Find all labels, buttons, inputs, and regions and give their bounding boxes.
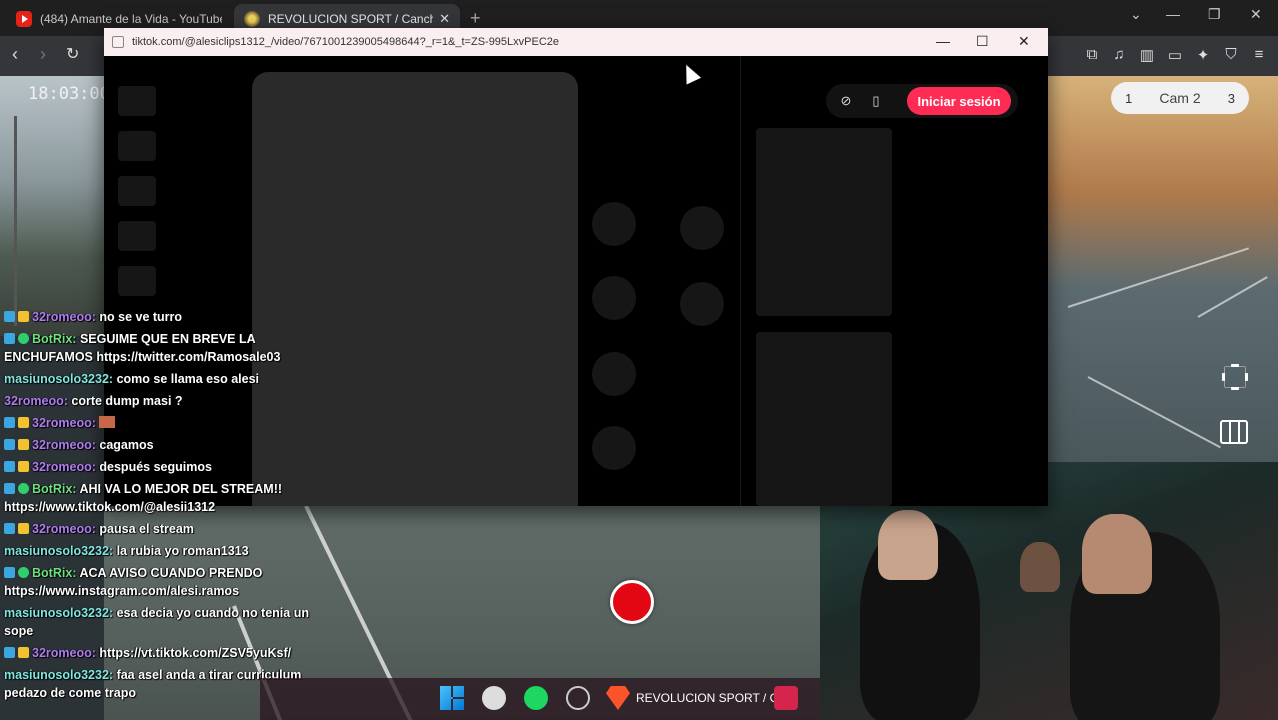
tab-title: REVOLUCION SPORT / Cancha N xyxy=(268,12,434,26)
chat-message: masiunosolo3232: la rubia yo roman1313 xyxy=(4,544,249,558)
restore-icon[interactable]: ❐ xyxy=(1208,6,1221,23)
sidebar-icon[interactable]: ▥ xyxy=(1138,46,1156,64)
mouse-cursor xyxy=(678,61,702,85)
right-camera-feed xyxy=(1048,76,1278,462)
chat-message: 32romeoo: pausa el stream xyxy=(4,518,314,540)
skeleton-nav-item xyxy=(118,131,156,161)
revolucion-icon xyxy=(244,11,260,27)
spotify-icon[interactable] xyxy=(524,686,548,710)
obs-icon[interactable] xyxy=(566,686,590,710)
screen: (484) Amante de la Vida - YouTube REVOLU… xyxy=(0,0,1278,720)
skeleton-recommendation xyxy=(756,128,892,316)
skeleton-nav-item xyxy=(118,266,156,296)
chat-message: BotRix: AHI VA LO MEJOR DEL STREAM!! htt… xyxy=(4,482,283,514)
music-icon[interactable]: ♫ xyxy=(1110,46,1128,64)
chat-message: BotRix: ACA AVISO CUANDO PRENDO https://… xyxy=(4,566,263,598)
close-window-icon[interactable]: ✕ xyxy=(1250,6,1262,23)
chat-message: 32romeoo: https://vt.tiktok.com/ZSV5yuKs… xyxy=(4,642,314,664)
left-camera-feed: 18:03:00 xyxy=(0,76,110,336)
skeleton-recommendation xyxy=(756,332,892,506)
skeleton-nav-item xyxy=(118,86,156,116)
fullscreen-icon[interactable] xyxy=(1222,364,1248,390)
popup-url[interactable]: tiktok.com/@alesiclips1312_/video/767100… xyxy=(132,36,559,48)
new-tab-button[interactable]: + xyxy=(470,8,481,29)
camera-selector[interactable]: 1 Cam 2 3 xyxy=(1111,82,1249,114)
login-button[interactable]: Iniciar sesión xyxy=(907,87,1011,115)
chat-message: masiunosolo3232: como se llama eso alesi xyxy=(4,372,260,386)
close-tab-icon[interactable]: ✕ xyxy=(439,11,450,27)
skeleton-action-button xyxy=(680,282,724,326)
skeleton-action-button xyxy=(680,206,724,250)
streamer-face xyxy=(878,510,938,580)
camera-3-button[interactable]: 3 xyxy=(1228,91,1235,106)
guest-face xyxy=(1082,514,1152,594)
extensions-icon[interactable]: ⧉ xyxy=(1083,46,1101,64)
chat-message: BotRix: SEGUIME QUE EN BREVE LA ENCHUFAM… xyxy=(4,332,281,364)
menu-icon[interactable]: ≡ xyxy=(1250,46,1268,64)
back-icon[interactable]: ‹ xyxy=(12,44,18,65)
popup-maximize-icon[interactable]: ☐ xyxy=(976,33,989,50)
chat-message: 32romeoo: no se ve turro xyxy=(4,306,314,328)
reload-icon[interactable]: ↻ xyxy=(66,44,79,64)
chat-message: masiunosolo3232: esa decia yo cuando no … xyxy=(4,606,309,638)
chat-message: 32romeoo: xyxy=(4,412,314,434)
skeleton-action-button xyxy=(592,426,636,470)
wallet-icon[interactable]: ▭ xyxy=(1166,46,1184,64)
skeleton-action-button xyxy=(592,202,636,246)
app-icon-red[interactable] xyxy=(774,686,798,710)
chat-message: 32romeoo: cagamos xyxy=(4,434,314,456)
mobile-icon[interactable]: ▯ xyxy=(868,93,884,109)
skeleton-action-button xyxy=(592,276,636,320)
stream-clock: 18:03:00 xyxy=(28,84,110,104)
popup-title-bar: tiktok.com/@alesiclips1312_/video/767100… xyxy=(104,28,1048,56)
record-indicator xyxy=(610,580,654,624)
camera-1-button[interactable]: 1 xyxy=(1125,91,1132,106)
taskbar-active-window-label[interactable]: REVOLUCION SPORT / C xyxy=(636,691,778,705)
camera-grid-icon[interactable] xyxy=(1220,420,1248,444)
skeleton-nav-item xyxy=(118,221,156,251)
site-info-icon[interactable] xyxy=(112,36,124,48)
compass-icon[interactable]: ⊘ xyxy=(838,93,854,109)
minimize-icon[interactable]: — xyxy=(1166,6,1180,22)
popup-close-icon[interactable]: ✕ xyxy=(1018,33,1030,50)
ai-icon[interactable]: ✦ xyxy=(1194,46,1212,64)
shield-icon[interactable]: ⛉ xyxy=(1222,46,1240,64)
skeleton-nav-item xyxy=(118,176,156,206)
tab-search-icon[interactable]: ⌄ xyxy=(1130,6,1142,23)
chat-overlay: 32romeoo: no se ve turro BotRix: SEGUIME… xyxy=(4,306,314,704)
camera-current: Cam 2 xyxy=(1159,90,1201,106)
emote-icon xyxy=(99,416,116,428)
chat-message: 32romeoo: corte dump masi ? xyxy=(4,394,183,408)
app-icon[interactable] xyxy=(482,686,506,710)
skeleton-action-button xyxy=(592,352,636,396)
popup-minimize-icon[interactable]: — xyxy=(936,33,950,49)
forward-icon[interactable]: › xyxy=(40,44,46,65)
panel-divider xyxy=(740,56,741,506)
youtube-icon xyxy=(16,11,32,27)
background-person xyxy=(1020,542,1060,592)
tab-title: (484) Amante de la Vida - YouTube xyxy=(40,12,222,26)
chat-message: 32romeoo: después seguimos xyxy=(4,456,314,478)
